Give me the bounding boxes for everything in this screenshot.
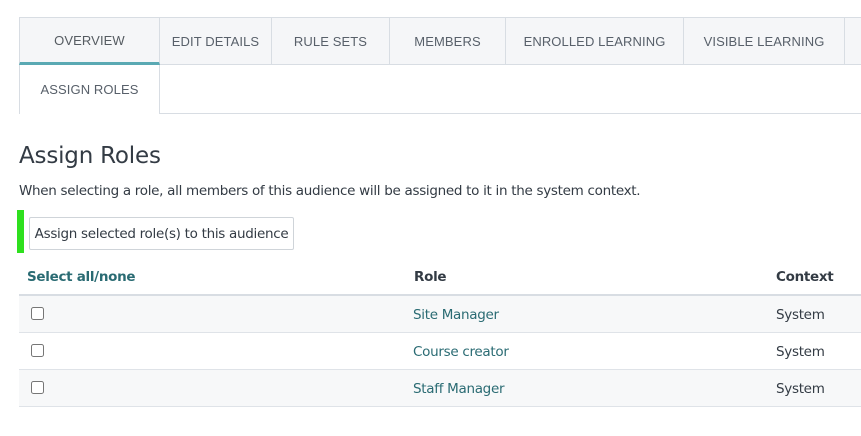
table-row: Course creator System [19,333,861,370]
role-column-header: Role [414,269,447,285]
role-link[interactable]: Course creator [413,344,509,360]
roles-table: Select all/none Role Context Site Manage… [19,259,861,407]
context-cell: System [776,344,825,360]
table-row: Site Manager System [19,296,861,333]
table-row: Staff Manager System [19,370,861,407]
role-checkbox[interactable] [31,307,44,320]
context-column-header: Context [776,269,834,285]
context-cell: System [776,307,825,323]
role-link[interactable]: Staff Manager [413,381,505,397]
highlight-marker [17,210,24,253]
page-title: Assign Roles [19,143,161,169]
tab-assign-roles[interactable]: ASSIGN ROLES [19,65,160,114]
assign-roles-button[interactable]: Assign selected role(s) to this audience [29,217,294,250]
role-link[interactable]: Site Manager [413,307,499,323]
tab-row-2: ASSIGN ROLES [19,65,861,114]
select-all-none-link[interactable]: Select all/none [27,269,136,285]
tab-members[interactable]: MEMBERS [390,17,506,65]
table-header: Select all/none Role Context [19,259,861,296]
page-description: When selecting a role, all members of th… [19,183,641,199]
tab-rule-sets[interactable]: RULE SETS [272,17,390,65]
tab-visible-learning[interactable]: VISIBLE LEARNING [684,17,845,65]
context-cell: System [776,381,825,397]
role-checkbox[interactable] [31,344,44,357]
tab-overflow [845,17,861,65]
tab-enrolled-learning[interactable]: ENROLLED LEARNING [506,17,684,65]
tab-bar: OVERVIEW EDIT DETAILS RULE SETS MEMBERS … [19,17,861,114]
tab-overview[interactable]: OVERVIEW [19,17,160,65]
role-checkbox[interactable] [31,381,44,394]
tab-edit-details[interactable]: EDIT DETAILS [160,17,272,65]
